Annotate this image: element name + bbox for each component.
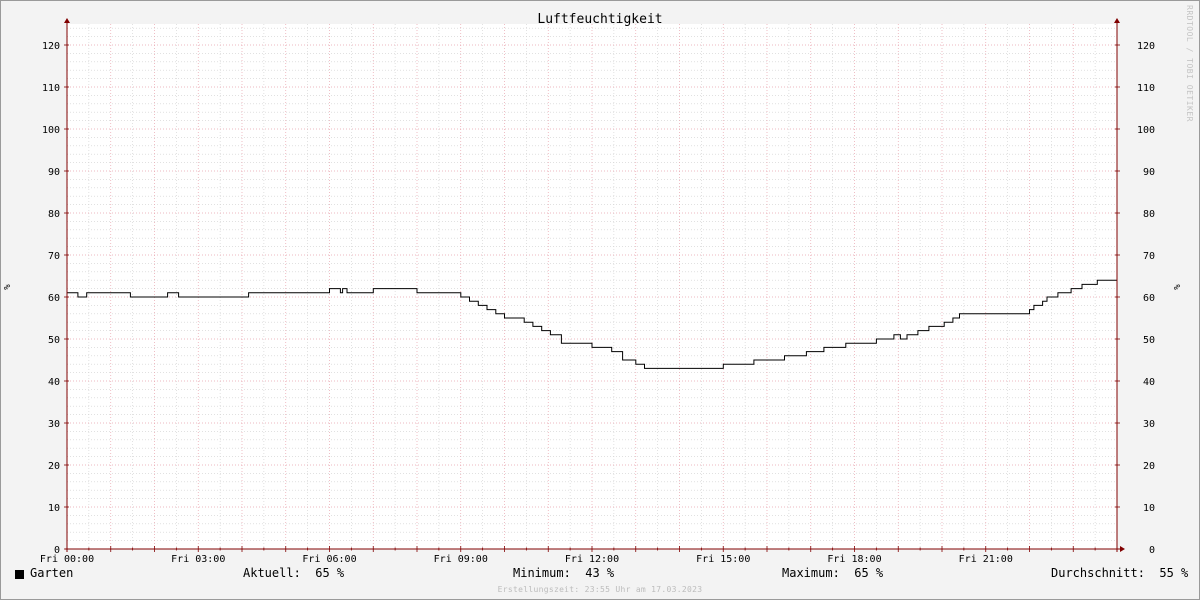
x-tick-label: Fri 06:00	[302, 554, 356, 565]
y-tick-label: 40	[48, 377, 60, 388]
y-tick-label: 30	[1143, 419, 1155, 430]
legend-max-value: 65 %	[854, 566, 884, 580]
x-tick-label: Fri 00:00	[40, 554, 94, 565]
y-tick-label: 10	[48, 503, 60, 514]
y-tick-labels-left: 0102030405060708090100110120	[42, 41, 60, 556]
legend-min-label: Minimum:	[513, 566, 571, 580]
y-tick-label: 100	[42, 125, 60, 136]
y-tick-label: 100	[1137, 125, 1155, 136]
legend-avg-value: 55 %	[1159, 566, 1189, 580]
legend-maximum: Maximum: 65 %	[782, 566, 883, 584]
y-axis-arrow-left	[64, 18, 70, 23]
x-axis-arrow	[1120, 546, 1125, 552]
x-tick-label: Fri 18:00	[827, 554, 881, 565]
y-tick-label: 70	[48, 251, 60, 262]
y-tick-label: 90	[1143, 167, 1155, 178]
x-tick-label: Fri 21:00	[959, 554, 1013, 565]
y-tick-label: 110	[1137, 83, 1155, 94]
y-axis-label-right: %	[1173, 284, 1183, 290]
y-tick-label: 70	[1143, 251, 1155, 262]
y-axis-arrow-right	[1114, 18, 1120, 23]
legend-current-value: 65 %	[315, 566, 345, 580]
x-tick-labels: Fri 00:00 Fri 03:00 Fri 06:00 Fri 09:00 Fri …	[40, 554, 1013, 565]
legend-avg-label: Durchschnitt:	[1051, 566, 1145, 580]
legend-series-name: Garten	[30, 566, 74, 580]
y-tick-label: 90	[48, 167, 60, 178]
legend-average: Durchschnitt: 55 %	[1051, 566, 1188, 584]
legend-swatch	[15, 570, 24, 579]
legend-current: Aktuell: 65 %	[243, 566, 344, 584]
legend-min-value: 43 %	[585, 566, 615, 580]
y-tick-label: 80	[1143, 209, 1155, 220]
y-tick-labels-right: 0 10 20 30 40 50 60 70 80 90 100 110 120	[1137, 41, 1155, 556]
creation-time-footer: Erstellungszeit: 23:55 Uhr am 17.03.2023	[497, 585, 703, 594]
y-tick-label: 60	[48, 293, 60, 304]
y-tick-label: 0	[1149, 545, 1155, 556]
y-tick-label: 30	[48, 419, 60, 430]
legend-max-label: Maximum:	[782, 566, 840, 580]
chart: 0 10 20 30 40 50 60 70 80 90 100 110 120 0 10 20 30 40 50…	[3, 5, 1194, 565]
y-tick-label: 110	[42, 83, 60, 94]
legend-current-label: Aktuell:	[243, 566, 301, 580]
y-tick-label: 10	[1143, 503, 1155, 514]
y-tick-label: 60	[1143, 293, 1155, 304]
x-tick-label: Fri 12:00	[565, 554, 619, 565]
y-tick-label: 120	[42, 41, 60, 52]
watermark: RRDTOOL / TOBI OETIKER	[1185, 5, 1194, 122]
x-tick-label: Fri 15:00	[696, 554, 750, 565]
y-tick-label: 120	[1137, 41, 1155, 52]
y-tick-label: 80	[48, 209, 60, 220]
x-tick-label: Fri 03:00	[171, 554, 225, 565]
x-tick-label: Fri 09:00	[434, 554, 488, 565]
y-axis-label-left: %	[3, 284, 13, 290]
legend-minimum: Minimum: 43 %	[513, 566, 614, 584]
chart-title: Luftfeuchtigkeit	[537, 12, 662, 27]
y-tick-label: 50	[48, 335, 60, 346]
y-tick-label: 50	[1143, 335, 1155, 346]
y-tick-label: 40	[1143, 377, 1155, 388]
y-tick-label: 20	[1143, 461, 1155, 472]
y-tick-label: 20	[48, 461, 60, 472]
